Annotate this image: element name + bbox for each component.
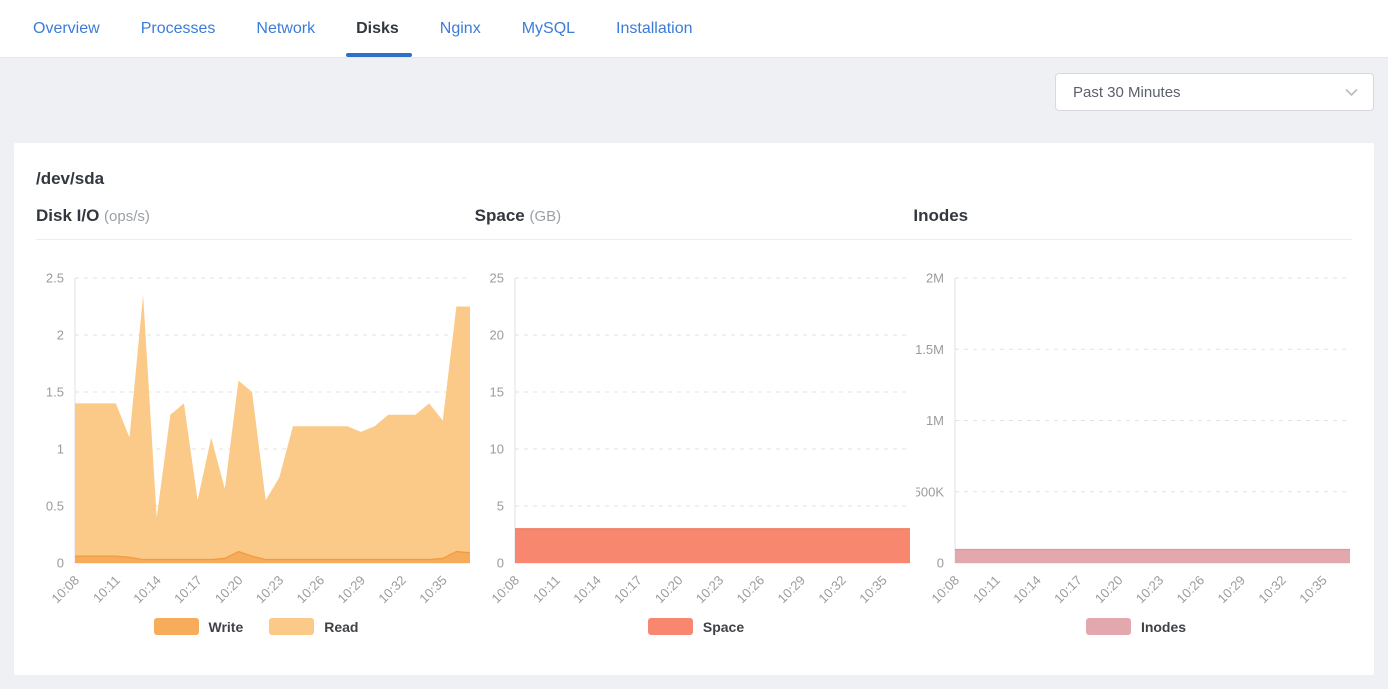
x-tick-label: 10:14 — [130, 573, 164, 604]
space-chart-area: 0 5 10 15 20 25 10:0810:1110:1410:1710:2010:23… — [476, 252, 916, 635]
y-tick-label: 10 — [490, 442, 504, 457]
tab-installation[interactable]: Installation — [616, 0, 693, 57]
x-tick-label: 10:20 — [1092, 573, 1126, 604]
x-tick-label: 10:14 — [570, 573, 604, 604]
inodes-legend: Inodes — [916, 618, 1356, 635]
x-tick-label: 10:17 — [171, 573, 205, 604]
charts-row: 00.511.522.510:0810:1110:1410:1710:2010:… — [36, 252, 1352, 635]
y-tick-label: 1M — [926, 413, 944, 428]
legend-label: Inodes — [1141, 619, 1186, 635]
y-tick-label: 1 — [57, 442, 64, 457]
tab-nginx[interactable]: Nginx — [440, 0, 481, 57]
x-tick-label: 10:23 — [1133, 573, 1167, 604]
tab-processes[interactable]: Processes — [141, 0, 216, 57]
legend-swatch-space — [648, 618, 693, 635]
space-series-area — [515, 529, 910, 563]
disk-io-chart: 00.511.522.510:0810:1110:1410:1710:2010:… — [36, 252, 476, 604]
x-tick-label: 10:26 — [734, 573, 768, 604]
space-legend: Space — [476, 618, 916, 635]
y-tick-label: 500K — [916, 484, 944, 499]
disk-io-chart-title: Disk I/O (ops/s) — [36, 206, 475, 226]
legend-item-inodes[interactable]: Inodes — [1086, 618, 1186, 635]
x-tick-label: 10:32 — [375, 573, 409, 604]
tab-overview[interactable]: Overview — [33, 0, 100, 57]
time-range-select[interactable]: Past 30 Minutes — [1055, 73, 1374, 111]
y-tick-label: 25 — [490, 271, 504, 286]
x-tick-label: 10:32 — [1255, 573, 1289, 604]
y-tick-label: 0 — [497, 556, 504, 571]
x-tick-label: 10:29 — [1215, 573, 1249, 604]
y-tick-label: 20 — [490, 328, 504, 343]
y-tick-label: 2 — [57, 328, 64, 343]
x-tick-label: 10:08 — [489, 573, 523, 604]
y-tick-label: 0 — [937, 556, 944, 571]
x-tick-label: 10:32 — [815, 573, 849, 604]
space-chart: 0 5 10 15 20 25 10:0810:1110:1410:1710:2010:23… — [476, 252, 916, 604]
y-tick-label: 2.5 — [46, 271, 64, 286]
legend-item-write[interactable]: Write — [154, 618, 244, 635]
divider — [36, 239, 1352, 240]
y-tick-label: 5 — [497, 499, 504, 514]
tab-disks[interactable]: Disks — [356, 0, 399, 57]
chart-headers-row: Disk I/O (ops/s) Space (GB) Inodes — [36, 206, 1352, 226]
x-tick-label: 10:29 — [335, 573, 369, 604]
disk-device-title: /dev/sda — [36, 169, 1352, 189]
tab-network[interactable]: Network — [256, 0, 315, 57]
x-tick-label: 10:23 — [693, 573, 727, 604]
disk-card: /dev/sda Disk I/O (ops/s) Space (GB) Ino… — [14, 143, 1374, 675]
y-tick-label: 1.5M — [916, 342, 944, 357]
x-tick-label: 10:17 — [1051, 573, 1085, 604]
x-tick-label: 10:08 — [49, 573, 83, 604]
y-tick-label: 0 — [57, 556, 64, 571]
x-tick-label: 10:35 — [416, 573, 450, 604]
space-chart-title: Space (GB) — [475, 206, 914, 226]
legend-swatch-inodes — [1086, 618, 1131, 635]
inodes-chart-area: 0500K1M1.5M2M10:0810:1110:1410:1710:2010… — [916, 252, 1356, 635]
time-range-value: Past 30 Minutes — [1073, 84, 1181, 101]
legend-swatch-read — [269, 618, 314, 635]
x-tick-label: 10:14 — [1010, 573, 1044, 604]
inodes-series-area — [955, 549, 1350, 563]
disk-io-legend: Write Read — [36, 618, 476, 635]
legend-label: Space — [703, 619, 744, 635]
x-tick-label: 10:29 — [775, 573, 809, 604]
tab-bar: Overview Processes Network Disks Nginx MySQL I… — [0, 0, 1388, 58]
legend-swatch-write — [154, 618, 199, 635]
x-tick-label: 10:35 — [1296, 573, 1330, 604]
x-tick-label: 10:26 — [294, 573, 328, 604]
legend-label: Write — [209, 619, 244, 635]
x-tick-label: 10:35 — [856, 573, 890, 604]
chevron-down-icon — [1342, 83, 1361, 102]
legend-item-read[interactable]: Read — [269, 618, 358, 635]
x-tick-label: 10:11 — [530, 573, 563, 604]
inodes-chart-title: Inodes — [913, 206, 1352, 226]
y-tick-label: 1.5 — [46, 385, 64, 400]
x-tick-label: 10:11 — [90, 573, 123, 604]
x-tick-label: 10:11 — [970, 573, 1003, 604]
x-tick-label: 10:23 — [253, 573, 287, 604]
tab-mysql[interactable]: MySQL — [522, 0, 575, 57]
y-tick-label: 2M — [926, 271, 944, 286]
x-tick-label: 10:17 — [611, 573, 645, 604]
y-tick-label: 0.5 — [46, 499, 64, 514]
x-tick-label: 10:26 — [1174, 573, 1208, 604]
y-tick-label: 15 — [490, 385, 504, 400]
legend-item-space[interactable]: Space — [648, 618, 744, 635]
x-tick-label: 10:20 — [652, 573, 686, 604]
x-tick-label: 10:08 — [929, 573, 963, 604]
inodes-chart: 0500K1M1.5M2M10:0810:1110:1410:1710:2010… — [916, 252, 1356, 604]
toolbar: Past 30 Minutes — [0, 58, 1388, 111]
disk-io-chart-area: 00.511.522.510:0810:1110:1410:1710:2010:… — [36, 252, 476, 635]
legend-label: Read — [324, 619, 358, 635]
x-tick-label: 10:20 — [212, 573, 246, 604]
